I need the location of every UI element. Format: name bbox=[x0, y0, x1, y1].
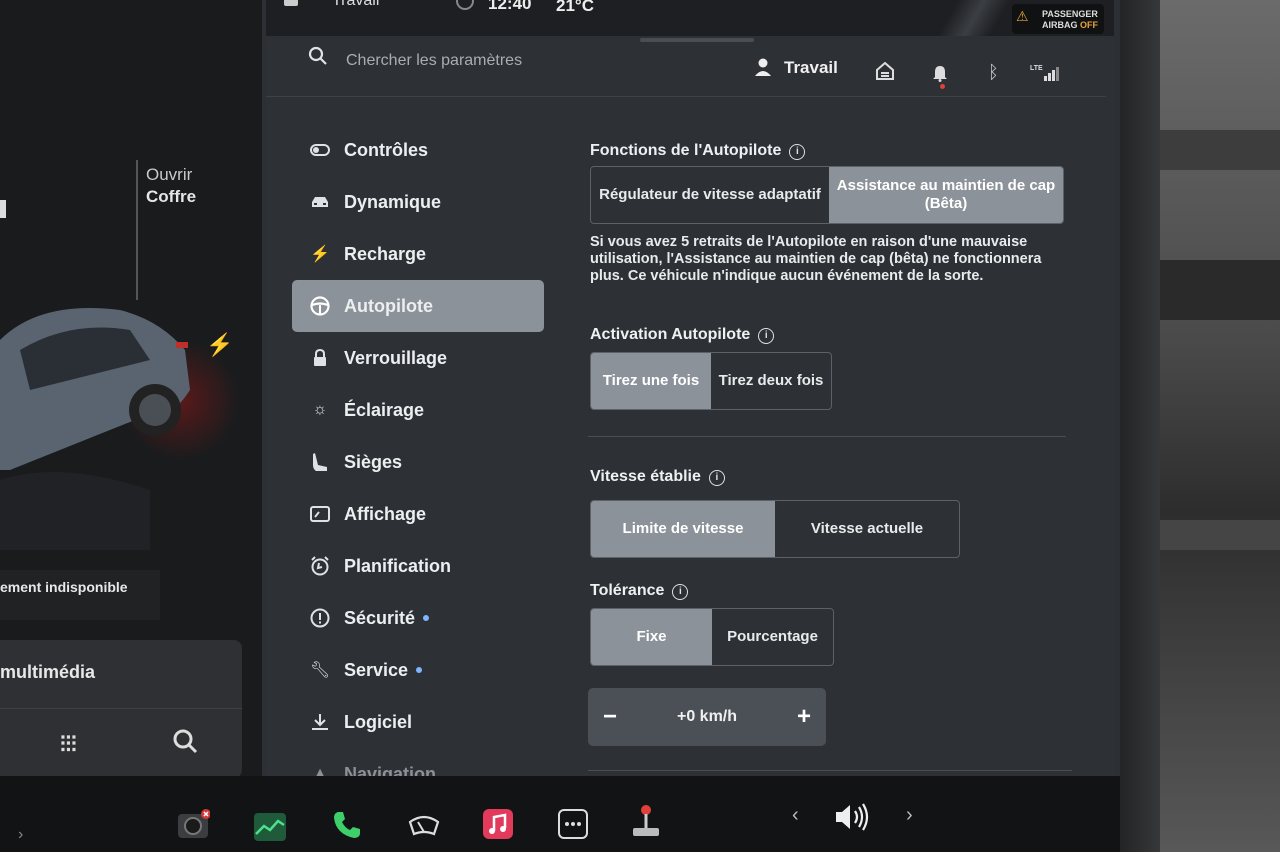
bolt-icon: ⚡ bbox=[310, 246, 330, 263]
more-icon[interactable] bbox=[557, 808, 589, 840]
profile-name-button[interactable]: Travail bbox=[784, 58, 838, 78]
touchscreen: Ouvrir Coffre ⚡ ement indisponible multi… bbox=[0, 0, 1120, 852]
chevron-right-icon[interactable]: › bbox=[18, 826, 23, 844]
sun-icon: ☼ bbox=[312, 401, 328, 418]
nav-item-eclairage[interactable]: ☼ Éclairage bbox=[292, 384, 544, 436]
section-divider bbox=[588, 436, 1066, 437]
tolerance-selector: Fixe Pourcentage bbox=[590, 608, 834, 666]
media-search-icon[interactable] bbox=[172, 728, 198, 754]
lock-icon bbox=[310, 348, 330, 368]
wiper-icon[interactable] bbox=[408, 814, 440, 838]
equalizer-icon[interactable]: ⫶⫶⫶ bbox=[60, 732, 77, 758]
camera-icon[interactable] bbox=[176, 808, 210, 842]
section-title-set-speed: Vitesse établie i bbox=[590, 468, 725, 486]
nav-item-planification[interactable]: Planification bbox=[292, 540, 544, 592]
update-badge bbox=[423, 615, 430, 621]
activation-selector: Tirez une fois Tirez deux fois bbox=[590, 352, 832, 410]
set-speed-selector: Limite de vitesse Vitesse actuelle bbox=[590, 500, 960, 558]
alert-icon bbox=[310, 608, 330, 628]
nav-item-recharge[interactable]: ⚡ Recharge bbox=[292, 228, 544, 280]
charging-icon: ⚡ bbox=[206, 332, 234, 357]
media-title: multimédia bbox=[0, 662, 96, 682]
nav-item-logiciel[interactable]: Logiciel bbox=[292, 696, 544, 748]
display-icon bbox=[310, 504, 330, 524]
phone-icon[interactable] bbox=[332, 810, 362, 840]
nav-item-controles[interactable]: Contrôles bbox=[292, 124, 544, 176]
info-icon[interactable]: i bbox=[708, 470, 725, 486]
option-pull-twice[interactable]: Tirez deux fois bbox=[711, 353, 831, 409]
toggle-icon bbox=[310, 140, 330, 160]
joystick-icon[interactable] bbox=[630, 804, 662, 838]
info-icon[interactable]: i bbox=[789, 144, 806, 160]
energy-icon[interactable] bbox=[253, 812, 287, 842]
features-selector: Régulateur de vitesse adaptatif Assistan… bbox=[590, 166, 1064, 224]
door-indicator bbox=[0, 200, 6, 218]
notification-dot bbox=[940, 84, 945, 89]
option-autosteer[interactable]: Assistance au maintien de cap (Bêta) bbox=[829, 167, 1063, 223]
trunk-label: Coffre bbox=[146, 187, 197, 206]
bluetooth-icon[interactable]: ᛒ bbox=[988, 62, 999, 83]
option-adaptive-cruise[interactable]: Régulateur de vitesse adaptatif bbox=[591, 167, 829, 223]
nav-item-autopilote[interactable]: Autopilote bbox=[292, 280, 544, 332]
search-icon bbox=[308, 46, 327, 65]
menu-icon[interactable] bbox=[284, 0, 298, 6]
info-icon[interactable]: i bbox=[758, 328, 775, 344]
volume-icon[interactable] bbox=[834, 802, 872, 832]
section-title-tolerance: Tolérance i bbox=[590, 582, 689, 600]
wrench-icon: 🔧︎ bbox=[309, 662, 331, 679]
section-divider bbox=[588, 770, 1072, 771]
decrement-button[interactable]: − bbox=[588, 703, 632, 731]
steering-wheel-icon bbox=[310, 296, 330, 316]
clock: 12:40 bbox=[488, 0, 532, 13]
music-icon[interactable] bbox=[482, 808, 514, 840]
lte-signal-icon: LTE bbox=[1030, 65, 1059, 81]
nav-item-sieges[interactable]: Sièges bbox=[292, 436, 544, 488]
option-percentage[interactable]: Pourcentage bbox=[712, 609, 833, 665]
option-speed-limit[interactable]: Limite de vitesse bbox=[591, 501, 775, 557]
option-fixed[interactable]: Fixe bbox=[591, 609, 712, 665]
increment-button[interactable]: + bbox=[782, 703, 826, 731]
volume-up-chevron-icon[interactable]: › bbox=[906, 804, 913, 827]
settings-search-input[interactable] bbox=[344, 46, 608, 76]
download-icon bbox=[310, 712, 330, 732]
settings-header: Travail ᛒ LTE bbox=[266, 36, 1114, 96]
airbag-icon: ⚠ bbox=[1016, 8, 1029, 24]
option-pull-once[interactable]: Tirez une fois bbox=[591, 353, 711, 409]
car-panel: Ouvrir Coffre ⚡ ement indisponible multi… bbox=[0, 0, 262, 790]
autopilot-strikeout-description: Si vous avez 5 retraits de l'Autopilote … bbox=[590, 234, 1042, 284]
app-dock: › ‹ › bbox=[0, 776, 1120, 852]
outside-temperature: 21°C bbox=[556, 0, 594, 15]
settings-nav: Contrôles Dynamique ⚡ Recharge Autopilot… bbox=[292, 124, 546, 800]
profile-icon[interactable] bbox=[754, 58, 772, 78]
nav-item-verrouillage[interactable]: Verrouillage bbox=[292, 332, 544, 384]
info-icon[interactable]: i bbox=[672, 584, 689, 600]
bell-icon[interactable] bbox=[932, 64, 948, 82]
home-icon[interactable] bbox=[876, 62, 894, 80]
car-icon bbox=[310, 192, 330, 212]
status-bar: Travail 12:40 21°C ⚠ PASSENGER AIRBAG OF… bbox=[266, 0, 1114, 36]
speed-offset-stepper: − +0 km/h + bbox=[588, 688, 826, 746]
svg-text:LTE: LTE bbox=[1030, 65, 1043, 72]
camera-status-icon bbox=[456, 0, 474, 10]
update-badge bbox=[416, 667, 423, 673]
section-title-activation: Activation Autopilote i bbox=[590, 326, 775, 344]
trunk-action-label: Ouvrir bbox=[146, 165, 193, 184]
volume-down-chevron-icon[interactable]: ‹ bbox=[792, 804, 799, 827]
nav-item-dynamique[interactable]: Dynamique bbox=[292, 176, 544, 228]
status-profile[interactable]: Travail bbox=[332, 0, 379, 10]
media-player-card[interactable]: multimédia ⫶⫶⫶ bbox=[0, 640, 242, 778]
passenger-airbag-indicator: ⚠ PASSENGER AIRBAG OFF bbox=[1012, 4, 1104, 34]
car-status-text: ement indisponible bbox=[0, 570, 160, 620]
speed-offset-value: +0 km/h bbox=[676, 708, 738, 725]
alarm-icon bbox=[310, 556, 330, 576]
section-title-features: Fonctions de l'Autopilote i bbox=[590, 142, 806, 160]
nav-item-securite[interactable]: Sécurité bbox=[292, 592, 544, 644]
nav-item-service[interactable]: 🔧︎ Service bbox=[292, 644, 544, 696]
car-image bbox=[0, 308, 190, 550]
nav-item-affichage[interactable]: Affichage bbox=[292, 488, 544, 540]
settings-panel: Travail 12:40 21°C ⚠ PASSENGER AIRBAG OF… bbox=[266, 0, 1114, 784]
screen-bezel bbox=[1120, 0, 1280, 852]
option-current-speed[interactable]: Vitesse actuelle bbox=[775, 501, 959, 557]
seat-icon bbox=[310, 452, 330, 472]
